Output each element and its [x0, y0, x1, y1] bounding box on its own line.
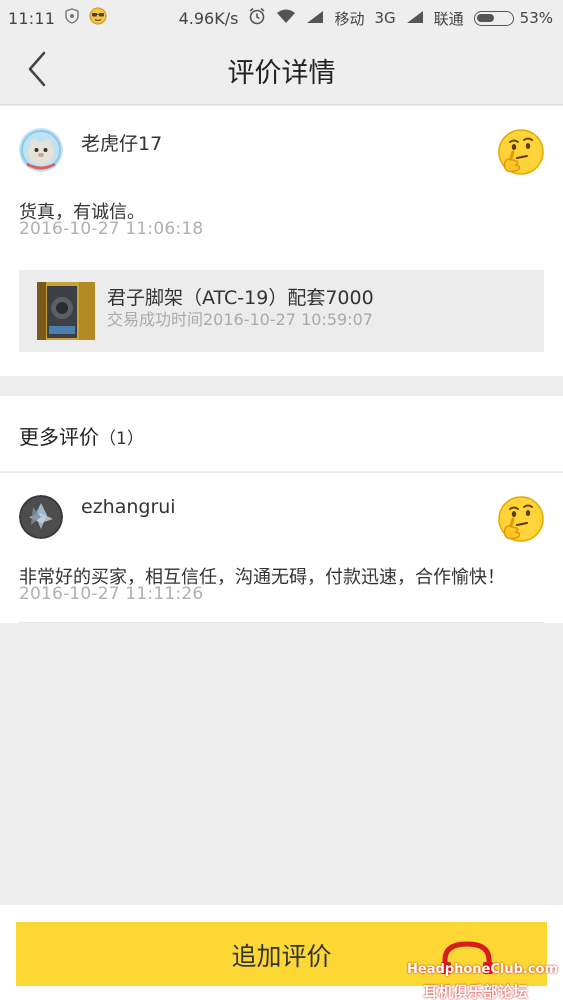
watermark-logo: HeadphoneClub.com 耳机俱乐部论坛	[405, 934, 563, 1000]
username: ezhangrui	[81, 496, 176, 518]
review-time: 2016-10-27 11:11:26	[19, 584, 204, 604]
avatar[interactable]	[19, 128, 63, 172]
alarm-icon	[248, 7, 266, 29]
network-speed: 4.96K/s	[178, 8, 239, 28]
battery-percent: 53%	[519, 9, 553, 27]
status-bar: 11:11 4.96K/s 移动 3G 联通 53%	[0, 0, 563, 33]
main-review-card: 老虎仔17 货真，有诚信。 2016-10-27 11:06:18 君子脚架（A…	[0, 106, 563, 376]
divider	[19, 622, 544, 623]
username: 老虎仔17	[81, 133, 163, 155]
more-reviews-title: 更多评价	[19, 425, 99, 449]
carrier-1: 移动	[334, 9, 365, 28]
shield-icon	[65, 8, 79, 28]
more-reviews-header: 更多评价（1）	[0, 396, 563, 471]
title-bar: 评价详情	[0, 33, 563, 105]
signal-icon	[306, 9, 324, 28]
status-time: 11:11	[8, 8, 56, 28]
signal-icon-2	[406, 9, 424, 28]
order-info[interactable]: 君子脚架（ATC-19）配套7000 交易成功时间2016-10-27 10:5…	[19, 270, 544, 352]
network-type: 3G	[374, 9, 396, 27]
sunglasses-emoji-icon	[89, 7, 107, 29]
page-title: 评价详情	[227, 58, 336, 89]
review-item: ezhangrui 非常好的买家，相互信任，沟通无碍，付款迅速，合作愉快！ 20…	[0, 472, 563, 623]
wifi-icon	[276, 8, 296, 28]
product-thumbnail	[37, 282, 95, 340]
more-reviews-count: （1）	[99, 429, 144, 449]
order-subtitle: 交易成功时间2016-10-27 10:59:07	[107, 310, 373, 329]
bottom-bar: 追加评价 HeadphoneClub.com 耳机俱乐部论坛	[0, 905, 563, 1000]
thinking-face-icon	[497, 495, 545, 543]
watermark-text: HeadphoneClub.com	[407, 962, 559, 977]
review-time: 2016-10-27 11:06:18	[19, 219, 204, 239]
thinking-face-icon	[497, 128, 545, 176]
avatar[interactable]	[19, 495, 63, 539]
carrier-2: 联通	[433, 9, 464, 28]
watermark-text-2: 耳机俱乐部论坛	[423, 983, 529, 1000]
battery-icon	[473, 10, 514, 26]
